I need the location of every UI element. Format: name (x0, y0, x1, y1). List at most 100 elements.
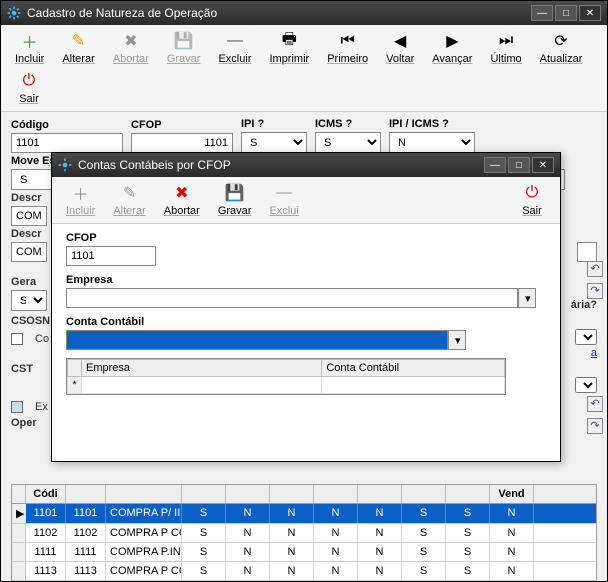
redo-button-2[interactable]: ↷ (587, 418, 603, 434)
co-label: Co (35, 333, 49, 345)
prev-icon: ◀ (390, 31, 410, 51)
main-toolbar: ＋Incluir ✎Alterar ✖Abortar 💾Gravar —Excl… (1, 25, 607, 112)
empresa-dropdown-button[interactable]: ▾ (518, 288, 536, 308)
conta-dropdown-button[interactable]: ▾ (448, 330, 466, 350)
modal-cfop-input[interactable] (66, 246, 156, 266)
col-conta[interactable]: Conta Contábil (322, 360, 505, 377)
primeiro-button[interactable]: ⏮Primeiro (319, 29, 376, 67)
col-vend[interactable]: Vend (490, 485, 534, 503)
descr2-label: Descr (11, 228, 47, 240)
modal-abortar-button[interactable]: ✖Abortar (156, 181, 208, 219)
gravar-button[interactable]: 💾Gravar (159, 29, 209, 67)
modal-minimize-button[interactable]: — (484, 157, 506, 173)
descr2-input[interactable] (11, 242, 47, 262)
ipi-select[interactable]: S (241, 132, 307, 153)
ipi-label: IPI ? (241, 118, 307, 130)
ex-checkbox[interactable] (11, 401, 23, 413)
sair-button[interactable]: ⏻Sair (7, 69, 51, 107)
modal-empresa-input[interactable] (66, 288, 518, 308)
voltar-button[interactable]: ◀Voltar (378, 29, 422, 67)
ultimo-button[interactable]: ⏭Último (482, 29, 529, 67)
excluir-button[interactable]: —Excluir (210, 29, 259, 67)
modal-body: CFOP Empresa ▾ Conta Contábil ▾ Empresa … (52, 224, 560, 403)
atualizar-button[interactable]: ⟳Atualizar (532, 29, 591, 67)
save-icon: 💾 (225, 183, 245, 203)
delete-icon: — (225, 31, 245, 51)
close-button[interactable]: ✕ (579, 5, 601, 21)
cancel-icon: ✖ (172, 183, 192, 203)
descr-input[interactable] (11, 206, 47, 226)
imprimir-button[interactable]: 🖶Imprimir (261, 29, 317, 67)
link-a-partial[interactable]: a (591, 347, 597, 359)
incluir-button[interactable]: ＋Incluir (7, 29, 52, 67)
power-icon: ⏻ (19, 71, 39, 91)
minus-icon: — (274, 183, 294, 203)
modal-cfop-label: CFOP (66, 232, 156, 244)
col-codigo[interactable]: Códi (26, 485, 66, 503)
cfop-label: CFOP (131, 119, 233, 131)
modal-grid[interactable]: Empresa Conta Contábil * (66, 358, 506, 395)
modal-conta-input[interactable] (66, 330, 448, 350)
descr-label: Descr (11, 192, 47, 204)
power-icon: ⏻ (522, 183, 542, 203)
modal-window: Contas Contábeis por CFOP — □ ✕ ＋Incluir… (51, 152, 561, 462)
modal-alterar-button[interactable]: ✎Alterar (105, 181, 153, 219)
gera-select[interactable]: S (11, 290, 47, 311)
modal-empresa-label: Empresa (66, 274, 536, 286)
modal-maximize-button[interactable]: □ (508, 157, 530, 173)
alterar-button[interactable]: ✎Alterar (54, 29, 102, 67)
modal-titlebar[interactable]: Contas Contábeis por CFOP — □ ✕ (52, 153, 560, 177)
table-row[interactable]: 11131113COMPRA P COSNNNNSSN (11, 562, 597, 581)
redo-button[interactable]: ↷ (587, 283, 603, 299)
undo-button[interactable]: ↶ (587, 261, 603, 277)
col-empresa[interactable]: Empresa (82, 360, 322, 377)
next-icon: ▶ (442, 31, 462, 51)
modal-close-button[interactable]: ✕ (532, 157, 554, 173)
last-icon: ⏭ (496, 31, 516, 51)
plus-icon: ＋ (20, 31, 40, 51)
modal-incluir-button[interactable]: ＋Incluir (58, 181, 103, 219)
edit-icon: ✎ (120, 183, 140, 203)
print-icon: 🖶 (279, 31, 299, 51)
grid-header: Códi Vend (11, 484, 597, 504)
avancar-button[interactable]: ▶Avançar (424, 29, 480, 67)
co-checkbox[interactable] (11, 333, 23, 345)
modal-excluir-button[interactable]: —Exclui (261, 181, 306, 219)
bottom-grid: Códi Vend ▶11011101COMPRA P/ IISNNNNSSN1… (11, 484, 597, 581)
first-icon: ⏮ (338, 31, 358, 51)
main-titlebar[interactable]: Cadastro de Natureza de Operação — □ ✕ (1, 1, 607, 25)
minimize-button[interactable]: — (531, 5, 553, 21)
edit-icon: ✎ (69, 31, 89, 51)
main-title: Cadastro de Natureza de Operação (27, 6, 531, 20)
aux-input-1[interactable] (577, 242, 597, 262)
modal-gear-icon (58, 158, 72, 172)
plus-icon: ＋ (71, 183, 91, 203)
grid-new-row[interactable]: * (68, 377, 505, 394)
refresh-icon: ⟳ (551, 31, 571, 51)
save-icon: 💾 (174, 31, 194, 51)
modal-sair-button[interactable]: ⏻Sair (510, 181, 554, 219)
aria-label-partial: ária? (571, 299, 597, 311)
modal-gravar-button[interactable]: 💾Gravar (210, 181, 260, 219)
ipi-icms-label: IPI / ICMS ? (389, 118, 475, 130)
ex-label: Ex (35, 401, 48, 413)
icms-label: ICMS ? (315, 118, 381, 130)
abortar-button[interactable]: ✖Abortar (105, 29, 157, 67)
cst-extra-select[interactable] (575, 377, 597, 393)
gera-label: Gera (11, 276, 47, 288)
history-buttons: ↶ ↷ (587, 261, 603, 299)
app-gear-icon (7, 6, 21, 20)
modal-title: Contas Contábeis por CFOP (78, 158, 484, 172)
codigo-label: Código (11, 119, 123, 131)
csosn-extra-select[interactable] (575, 329, 597, 345)
table-row[interactable]: 11021102COMPRA P COSNNNNSSN (11, 524, 597, 543)
maximize-button[interactable]: □ (555, 5, 577, 21)
table-row[interactable]: ▶11011101COMPRA P/ IISNNNNSSN (11, 504, 597, 524)
cfop-input[interactable] (131, 133, 233, 153)
undo-button-2[interactable]: ↶ (587, 396, 603, 412)
icms-select[interactable]: S (315, 132, 381, 153)
modal-conta-label: Conta Contábil (66, 316, 466, 328)
ipi-icms-select[interactable]: N (389, 132, 475, 153)
table-row[interactable]: 11111111COMPRA P.INSNNNNSSN (11, 543, 597, 562)
codigo-input[interactable] (11, 133, 123, 153)
